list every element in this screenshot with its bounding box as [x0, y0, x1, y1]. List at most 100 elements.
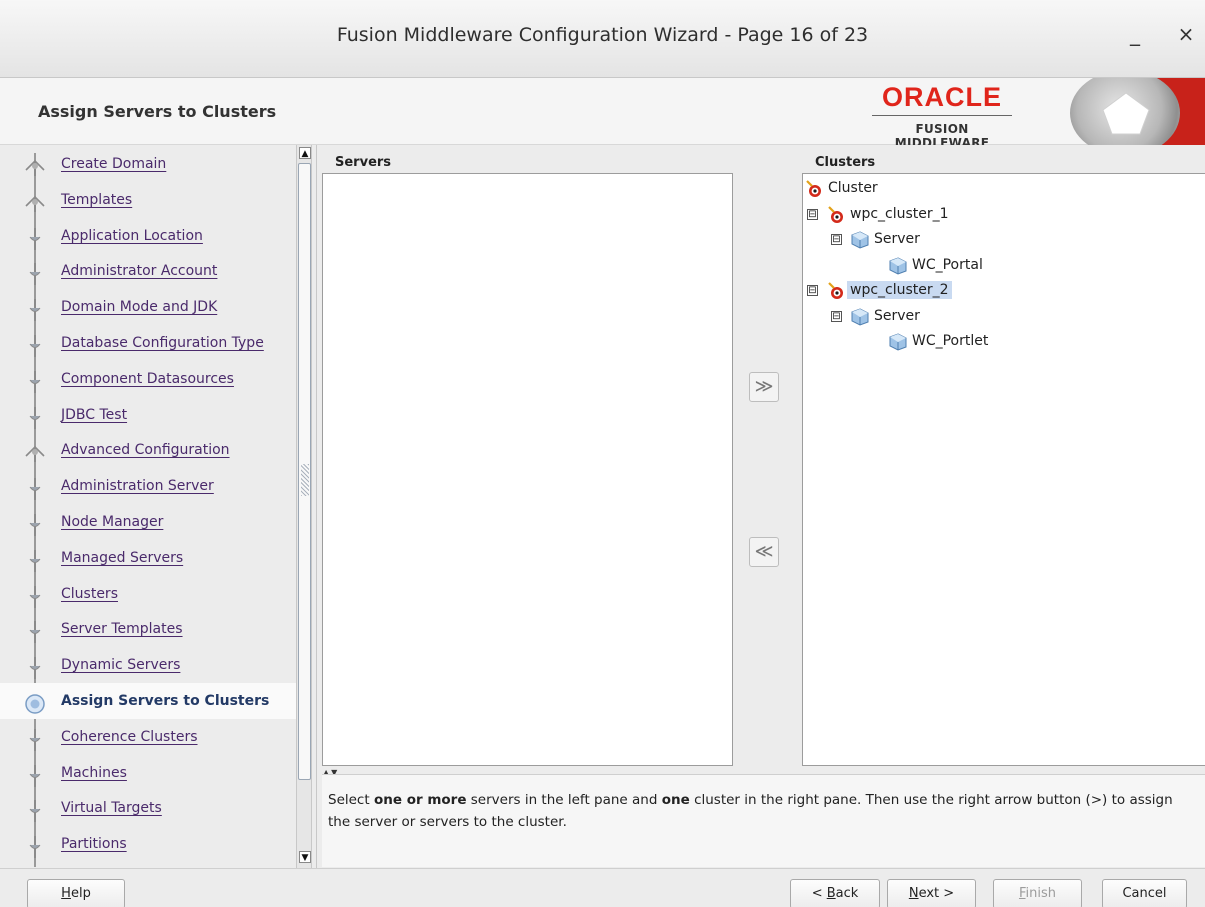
- nav-step[interactable]: Machines: [0, 755, 296, 791]
- description-text: Select one or more servers in the left p…: [328, 789, 1198, 833]
- step-node-icon: [24, 335, 46, 357]
- description-segment: servers in the left pane and: [466, 792, 662, 808]
- tree-collapse-icon[interactable]: ⊟: [831, 310, 842, 322]
- clusters-pane-title: Clusters: [815, 155, 876, 170]
- step-node-icon: [24, 764, 46, 787]
- next-button[interactable]: Next >: [887, 879, 976, 907]
- server-icon: [851, 231, 869, 249]
- back-prefix: <: [811, 886, 827, 901]
- finish-button[interactable]: Finish: [993, 879, 1082, 907]
- help-label: elp: [70, 886, 91, 901]
- page-heading: Assign Servers to Clusters: [38, 102, 277, 121]
- nav-step[interactable]: Domain Mode and JDK: [0, 289, 296, 325]
- oracle-logo-brand: ORACLE: [882, 82, 1002, 112]
- description-emphasis: one: [661, 792, 690, 808]
- next-mnemonic: N: [908, 886, 919, 901]
- cluster-icon: [827, 282, 845, 300]
- nav-step[interactable]: Partitions: [0, 826, 296, 862]
- nav-step[interactable]: Managed Servers: [0, 540, 296, 576]
- cluster-name[interactable]: wpc_cluster_2: [847, 281, 952, 299]
- tree-collapse-icon[interactable]: ⊟: [807, 285, 818, 296]
- nav-scroll-thumb[interactable]: [298, 163, 311, 780]
- nav-step-label: Application Location: [61, 227, 203, 244]
- next-label: ext >: [918, 886, 955, 901]
- nav-step[interactable]: Clusters: [0, 576, 296, 612]
- server-name[interactable]: WC_Portlet: [909, 332, 991, 350]
- nav-step[interactable]: Component Datasources: [0, 361, 296, 397]
- step-node-icon: [24, 800, 46, 823]
- clusters-tree[interactable]: Cluster ⊟ wpc_cluster_1 ⊟ Server WC_Portal ⊟ wp…: [802, 173, 1205, 766]
- nav-scrollbar[interactable]: ▲ ▼: [296, 145, 312, 868]
- back-button[interactable]: < Back: [790, 879, 880, 907]
- window-title: Fusion Middleware Configuration Wizard -…: [336, 24, 869, 46]
- tree-root-label[interactable]: Cluster: [825, 179, 881, 197]
- help-mnemonic: H: [61, 886, 71, 901]
- wizard-header: Assign Servers to Clusters ORACLE FUSION…: [0, 78, 1205, 150]
- help-button[interactable]: Help: [27, 879, 125, 907]
- server-group-node[interactable]: ⊟ Server: [803, 229, 1203, 251]
- nav-step-label: Partitions: [61, 836, 127, 853]
- step-node-icon: [24, 657, 46, 680]
- nav-step-label: Advanced Configuration: [61, 442, 230, 459]
- server-group-label[interactable]: Server: [871, 307, 923, 325]
- nav-step[interactable]: Assign Servers to Clusters: [0, 683, 296, 719]
- step-node-icon: [24, 514, 46, 536]
- nav-step[interactable]: Create Domain: [0, 146, 296, 182]
- nav-step[interactable]: Dynamic Servers: [0, 647, 296, 683]
- unassign-left-button[interactable]: ≪: [749, 537, 779, 567]
- assign-right-button[interactable]: ≫: [749, 372, 779, 402]
- cluster-node[interactable]: ⊟ wpc_cluster_1: [803, 204, 1203, 226]
- servers-list[interactable]: [322, 173, 733, 766]
- description-emphasis: one or more: [373, 792, 467, 808]
- nav-step-label: Virtual Targets: [61, 800, 162, 817]
- server-group-label[interactable]: Server: [871, 230, 923, 248]
- step-node-icon: [24, 406, 46, 429]
- nav-step-label: Clusters: [61, 585, 118, 602]
- nav-scroll-up-button[interactable]: ▲: [299, 147, 311, 159]
- nav-step-label: Administrator Account: [61, 263, 218, 280]
- step-node-icon: [24, 836, 46, 859]
- nav-step[interactable]: Database Configuration Type: [0, 325, 296, 361]
- back-label: ack: [835, 886, 859, 901]
- wizard-button-bar: Help < Back Next > Finish Cancel: [0, 868, 1205, 907]
- minimize-button[interactable]: _: [1125, 22, 1145, 46]
- server-node[interactable]: WC_Portal: [803, 255, 1203, 277]
- nav-step-label: Templates: [61, 191, 133, 208]
- step-node-icon: [24, 549, 46, 572]
- completed-step-node-icon: [24, 156, 46, 178]
- nav-step[interactable]: Server Templates: [0, 611, 296, 647]
- nav-step[interactable]: Templates: [0, 182, 296, 218]
- nav-step-label: Database Configuration Type: [61, 335, 264, 351]
- tree-root-row[interactable]: Cluster: [803, 178, 1203, 200]
- title-bar: Fusion Middleware Configuration Wizard -…: [0, 0, 1205, 78]
- back-mnemonic: B: [826, 886, 836, 901]
- server-group-node[interactable]: ⊟ Server: [803, 306, 1203, 328]
- current-step-node-icon: [24, 693, 46, 715]
- nav-step[interactable]: Advanced Configuration: [0, 432, 296, 468]
- step-node-icon: [24, 370, 46, 393]
- cluster-name[interactable]: wpc_cluster_1: [847, 205, 952, 223]
- nav-step-label: Coherence Clusters: [61, 728, 198, 745]
- servers-pane-title: Servers: [335, 155, 392, 170]
- close-button[interactable]: ×: [1175, 22, 1197, 46]
- cancel-button[interactable]: Cancel: [1102, 879, 1187, 907]
- server-icon: [889, 256, 907, 275]
- nav-step-label: Component Datasources: [61, 370, 234, 387]
- nav-step[interactable]: Coherence Clusters: [0, 719, 296, 755]
- nav-scroll-down-button[interactable]: ▼: [299, 851, 311, 863]
- server-name[interactable]: WC_Portal: [909, 256, 986, 274]
- nav-step-label: Administration Server: [61, 478, 214, 495]
- step-node-icon: [24, 728, 46, 751]
- description-panel: Select one or more servers in the left p…: [322, 774, 1205, 867]
- server-node[interactable]: WC_Portlet: [803, 331, 1203, 353]
- nav-step[interactable]: Virtual Targets: [0, 790, 296, 826]
- nav-step[interactable]: Administration Server: [0, 468, 296, 504]
- cluster-node[interactable]: ⊟ wpc_cluster_2: [803, 280, 1203, 302]
- nav-step[interactable]: Application Location: [0, 218, 296, 254]
- nav-step[interactable]: JDBC Test: [0, 397, 296, 433]
- nav-step[interactable]: Node Manager: [0, 504, 296, 540]
- tree-collapse-icon[interactable]: ⊟: [831, 234, 842, 245]
- tree-collapse-icon[interactable]: ⊟: [807, 208, 818, 220]
- nav-step[interactable]: Administrator Account: [0, 253, 296, 289]
- nav-step-label: Machines: [61, 764, 127, 781]
